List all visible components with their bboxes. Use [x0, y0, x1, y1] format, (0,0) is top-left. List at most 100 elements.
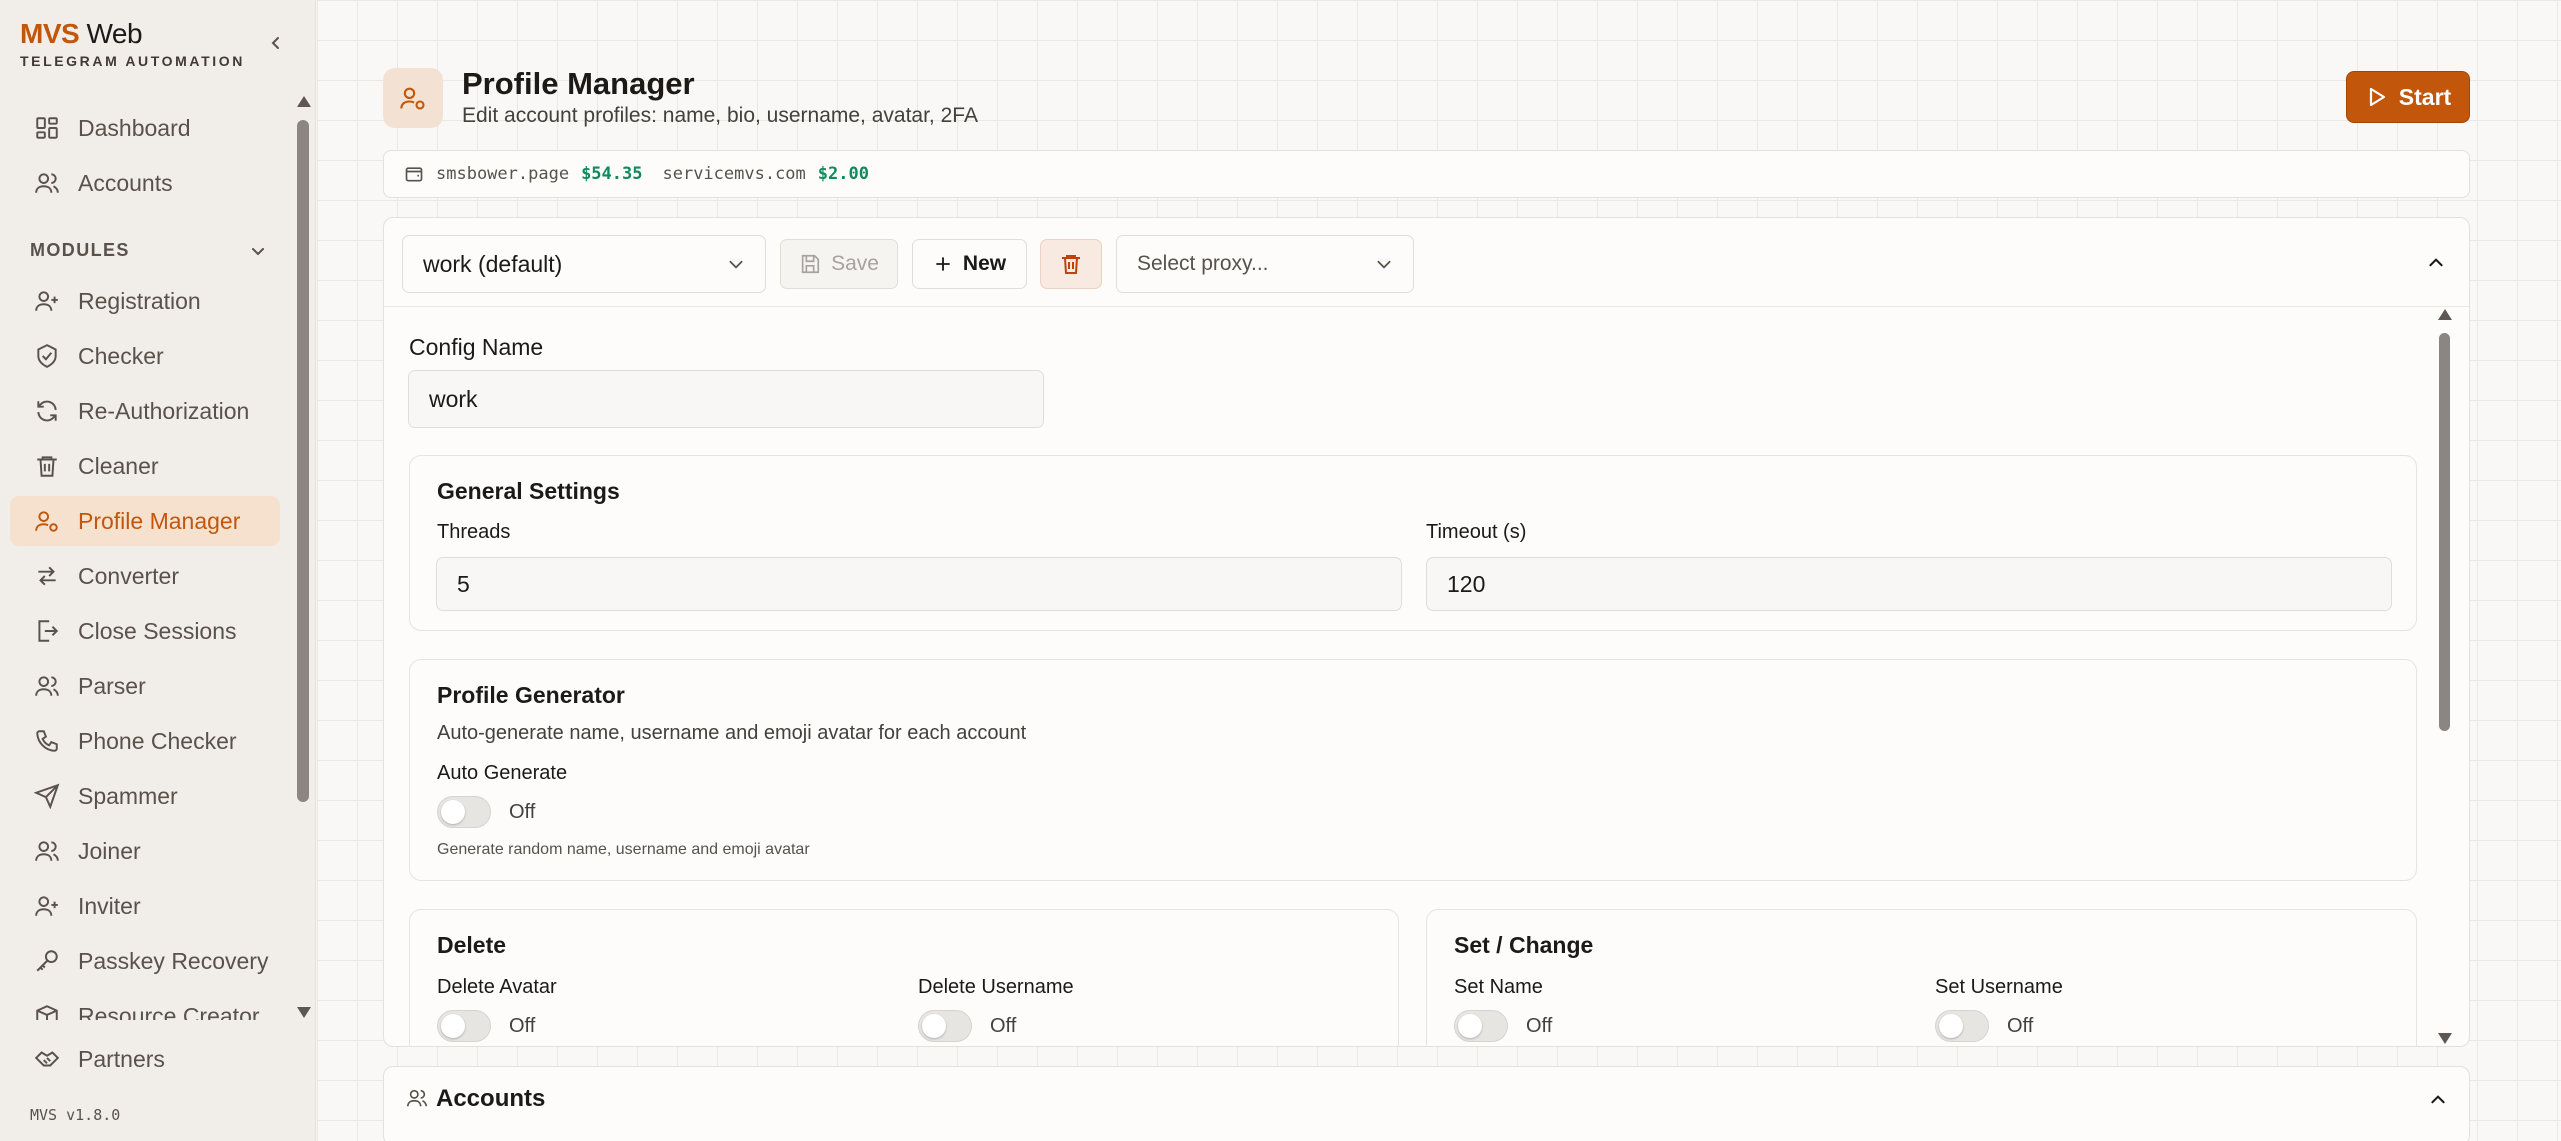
collapse-panel-button[interactable] [2421, 248, 2451, 278]
balance-host: smsbower.page [436, 164, 570, 184]
brand-secondary: Web [86, 18, 143, 49]
refresh-icon [37, 400, 57, 422]
sidebar-item-resource-creator[interactable]: Resource Creator [10, 991, 280, 1020]
scrollbar-thumb[interactable] [2439, 333, 2450, 731]
accounts-panel[interactable]: Accounts [383, 1066, 2470, 1141]
toggle-track [918, 1010, 972, 1042]
sidebar-item-passkey-recovery[interactable]: Passkey Recovery [10, 936, 280, 986]
auto-generate-label: Auto Generate [437, 762, 568, 784]
save-button[interactable]: Save [780, 239, 898, 289]
arrows-icon [38, 566, 56, 586]
modules-header[interactable]: MODULES [30, 240, 266, 261]
sidebar-item-phone-checker[interactable]: Phone Checker [10, 716, 280, 766]
chevron-down-icon [1377, 260, 1391, 269]
sidebar-item-cleaner[interactable]: Cleaner [10, 441, 280, 491]
sidebar-item-profile-manager[interactable]: Profile Manager [10, 496, 280, 546]
toggle-track [1454, 1010, 1508, 1042]
sidebar-item-label: Phone Checker [78, 727, 237, 754]
users-icon [35, 841, 59, 861]
sidebar-item-converter[interactable]: Converter [10, 551, 280, 601]
new-config-button[interactable]: New [912, 239, 1027, 289]
config-name-input[interactable]: work [408, 370, 1044, 428]
toggle-state: Off [1526, 1014, 1553, 1037]
send-icon [34, 783, 60, 809]
key-icon [36, 950, 58, 972]
sidebar-item-label: Inviter [78, 892, 141, 919]
page-icon [383, 68, 443, 128]
toggle-state: Off [509, 800, 536, 823]
balance-bar: smsbower.page $54.35 servicemvs.com $2.0… [383, 150, 2470, 198]
section-title: Delete [437, 932, 507, 958]
chevron-up-icon [2429, 258, 2443, 267]
timeout-input[interactable]: 120 [1426, 557, 2392, 611]
sidebar-item-close-sessions[interactable]: Close Sessions [10, 606, 280, 656]
sidebar-item-joiner[interactable]: Joiner [10, 826, 280, 876]
sidebar-item-re-authorization[interactable]: Re-Authorization [10, 386, 280, 436]
set-name-toggle[interactable]: Off [1454, 1010, 1552, 1042]
start-label: Start [2398, 83, 2452, 110]
scroll-up-arrow-icon[interactable] [2438, 309, 2452, 320]
handshake-icon [34, 1051, 60, 1067]
collapse-sidebar-button[interactable] [263, 30, 289, 56]
start-button[interactable]: Start [2346, 71, 2470, 123]
play-icon [2369, 87, 2385, 107]
profile-generator-section: Profile Generator Auto-generate name, us… [409, 659, 2417, 881]
wallet-icon [405, 167, 423, 182]
dashboard-icon [36, 117, 58, 139]
scroll-up-arrow-icon[interactable] [297, 96, 311, 107]
trash-icon [1062, 255, 1080, 274]
scrollbar-thumb[interactable] [297, 120, 309, 802]
user-plus-icon [35, 896, 58, 916]
sidebar-item-accounts[interactable]: Accounts [10, 158, 280, 208]
app-version: MVS v1.8.0 [30, 1106, 121, 1124]
toggle-knob [1458, 1014, 1482, 1038]
delete-avatar-toggle[interactable]: Off [437, 1010, 535, 1042]
sidebar-item-registration[interactable]: Registration [10, 276, 280, 326]
auto-generate-toggle[interactable]: Off [437, 796, 535, 828]
sidebar-item-label: Partners [78, 1045, 165, 1072]
config-select-value: work (default) [423, 250, 563, 277]
users-icon [407, 1089, 427, 1107]
chevron-down-icon [252, 247, 264, 255]
page-title: Profile Manager [462, 66, 695, 101]
user-cog-icon [400, 87, 425, 110]
scroll-down-arrow-icon[interactable] [2438, 1033, 2452, 1044]
config-select[interactable]: work (default) [402, 235, 766, 293]
config-scrollbar[interactable] [2433, 307, 2457, 1046]
sidebar-item-inviter[interactable]: Inviter [10, 881, 280, 931]
sidebar-item-label: Dashboard [78, 114, 191, 141]
new-label: New [962, 252, 1007, 275]
sidebar-item-label: Close Sessions [78, 617, 237, 644]
sidebar-item-parser[interactable]: Parser [10, 661, 280, 711]
chevron-up-icon[interactable] [2429, 1091, 2447, 1109]
delete-config-button[interactable] [1040, 239, 1102, 289]
users-icon [35, 676, 59, 696]
sidebar-nav: Dashboard Accounts MODULES Registration … [0, 92, 290, 1020]
scroll-down-arrow-icon[interactable] [297, 1007, 311, 1018]
delete-username-toggle[interactable]: Off [918, 1010, 1016, 1042]
user-cog-icon [35, 511, 58, 532]
sidebar-item-dashboard[interactable]: Dashboard [10, 103, 280, 153]
trash-icon [37, 456, 57, 477]
chevron-down-icon [729, 260, 743, 269]
plus-icon [936, 257, 950, 271]
sidebar-item-spammer[interactable]: Spammer [10, 771, 280, 821]
user-plus-icon [35, 291, 58, 311]
phone-icon [36, 730, 58, 752]
threads-input[interactable]: 5 [436, 557, 1402, 611]
proxy-select-placeholder: Select proxy... [1137, 252, 1269, 275]
section-description: Auto-generate name, username and emoji a… [437, 722, 1027, 744]
sidebar-scrollbar[interactable] [292, 92, 314, 1020]
sidebar-item-partners[interactable]: Partners [10, 1034, 280, 1084]
auto-generate-hint: Generate random name, username and emoji… [437, 841, 810, 858]
balance-host: servicemvs.com [662, 164, 806, 184]
sidebar-item-checker[interactable]: Checker [10, 331, 280, 381]
users-icon [35, 173, 59, 193]
set-username-toggle[interactable]: Off [1935, 1010, 2033, 1042]
sidebar-item-label: Profile Manager [78, 507, 241, 534]
proxy-select[interactable]: Select proxy... [1116, 235, 1414, 293]
toggle-track [437, 796, 491, 828]
brand-logo: MVS Web TELEGRAM AUTOMATION [20, 18, 245, 69]
sidebar-item-label: Spammer [78, 782, 178, 809]
brand-subtitle: TELEGRAM AUTOMATION [20, 53, 245, 69]
